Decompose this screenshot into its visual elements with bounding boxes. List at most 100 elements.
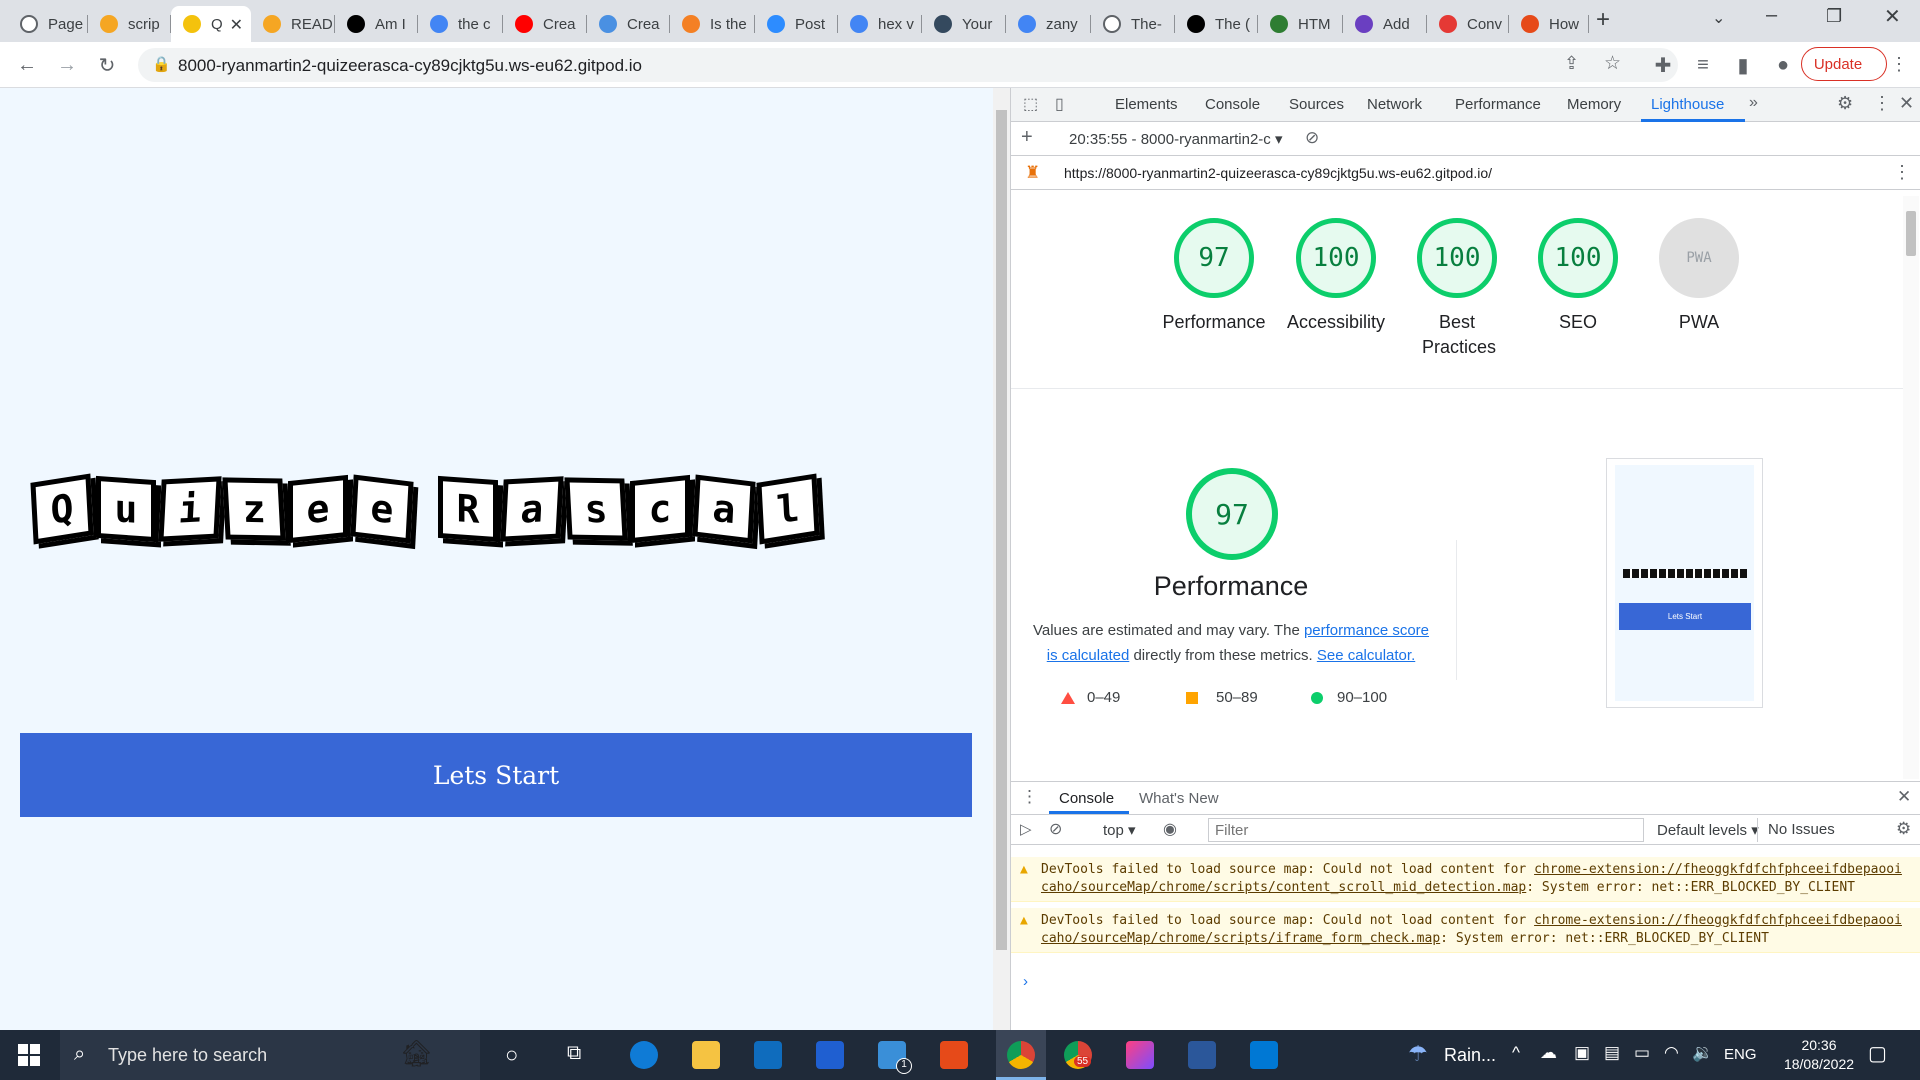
browser-tab[interactable]: Post xyxy=(755,6,838,42)
sidebar-toggle-icon[interactable]: ▷ xyxy=(1020,820,1032,838)
drawer-menu-icon[interactable]: ⋮ xyxy=(1021,787,1038,807)
devtools-menu-icon[interactable]: ⋮ xyxy=(1873,93,1891,114)
report-select[interactable]: 20:35:55 - 8000-ryanmartin2-c ▾ xyxy=(1069,130,1282,148)
browser-tab[interactable]: hex v xyxy=(838,6,922,42)
browser-tab[interactable]: scrip xyxy=(88,6,171,42)
score-gauge-pwa[interactable]: PWA PWA xyxy=(1639,218,1759,335)
console-warning-message[interactable]: ▲ DevTools failed to load source map: Cou… xyxy=(1011,908,1920,953)
clock[interactable]: 20:36 18/08/2022 xyxy=(1774,1036,1864,1074)
photos-icon[interactable] xyxy=(1250,1041,1278,1069)
browser-tab[interactable]: Q ✕ xyxy=(171,6,251,42)
issues-button[interactable]: No Issues xyxy=(1757,818,1845,842)
word-icon[interactable] xyxy=(1188,1041,1216,1069)
media-queue-icon[interactable]: ≡ xyxy=(1688,50,1718,80)
menu-kebab-icon[interactable]: ⋮ xyxy=(1890,54,1908,75)
profile-avatar-icon[interactable]: ● xyxy=(1768,50,1798,80)
page-scrollbar-thumb[interactable] xyxy=(996,110,1007,950)
lets-start-button[interactable]: Lets Start xyxy=(20,733,972,817)
settings-gear-icon[interactable]: ⚙ xyxy=(1837,93,1853,114)
close-tab-icon[interactable]: ✕ xyxy=(230,15,243,35)
restore-button[interactable]: ❐ xyxy=(1826,6,1842,27)
address-bar[interactable]: 🔒 8000-ryanmartin2-quizeerasca-cy89cjktg… xyxy=(138,48,1678,82)
extensions-puzzle-icon[interactable]: ✚ xyxy=(1648,50,1678,80)
new-tab-button[interactable]: + xyxy=(1596,6,1610,34)
paint-icon[interactable] xyxy=(1126,1041,1154,1069)
battery-icon[interactable]: ▭ xyxy=(1634,1043,1650,1063)
back-arrow-icon[interactable]: ← xyxy=(12,50,42,80)
update-button[interactable]: Update xyxy=(1801,47,1887,81)
report-menu-icon[interactable]: ⋮ xyxy=(1893,162,1911,183)
log-levels-select[interactable]: Default levels ▾ xyxy=(1657,821,1759,839)
url-text[interactable]: 8000-ryanmartin2-quizeerasca-cy89cjktg5u… xyxy=(178,56,642,76)
score-gauge-accessibility[interactable]: 100 Accessibility xyxy=(1276,218,1396,335)
browser-tab[interactable]: Is the xyxy=(670,6,755,42)
report-url[interactable]: https://8000-ryanmartin2-quizeerasca-cy8… xyxy=(1064,165,1492,181)
browser-tab[interactable]: The- xyxy=(1091,6,1175,42)
edge-icon[interactable] xyxy=(630,1041,658,1069)
browser-tab[interactable]: READ xyxy=(251,6,335,42)
monitor-icon[interactable]: ▤ xyxy=(1604,1043,1620,1063)
score-gauge-performance[interactable]: 97 Performance xyxy=(1154,218,1274,335)
bookmark-star-icon[interactable]: ☆ xyxy=(1604,52,1621,75)
wifi-icon[interactable]: ◠ xyxy=(1664,1043,1679,1063)
devtools-tab-memory[interactable]: Memory xyxy=(1567,96,1621,113)
devtools-tab-lighthouse[interactable]: Lighthouse xyxy=(1651,96,1724,113)
browser-tab[interactable]: Page xyxy=(8,6,88,42)
browser-tab[interactable]: Am I xyxy=(335,6,418,42)
performance-score-gauge[interactable]: 97 xyxy=(1186,468,1278,560)
lock-icon[interactable]: 🔒 xyxy=(152,55,171,73)
more-tabs-icon[interactable]: » xyxy=(1749,94,1758,112)
console-filter-input[interactable] xyxy=(1208,818,1644,842)
devtools-tab-sources[interactable]: Sources xyxy=(1289,96,1344,113)
device-toolbar-icon[interactable]: ▯ xyxy=(1055,94,1064,114)
drawer-tab-console[interactable]: Console xyxy=(1059,790,1114,807)
browser-tab[interactable]: The ( xyxy=(1175,6,1258,42)
browser-tab[interactable]: Conv xyxy=(1427,6,1509,42)
close-drawer-icon[interactable]: ✕ xyxy=(1897,787,1911,807)
vscode-like-icon[interactable] xyxy=(816,1041,844,1069)
console-settings-icon[interactable]: ⚙ xyxy=(1896,819,1911,839)
notifications-icon[interactable]: ▢ xyxy=(1868,1041,1887,1066)
browser-tab[interactable]: Your xyxy=(922,6,1006,42)
task-view-icon[interactable]: ⧉ xyxy=(567,1042,581,1065)
clear-reports-icon[interactable]: ⊘ xyxy=(1305,128,1319,148)
browser-tab[interactable]: Crea xyxy=(587,6,670,42)
device-icon[interactable]: ▣ xyxy=(1574,1043,1590,1063)
devtools-tab-elements[interactable]: Elements xyxy=(1115,96,1178,113)
console-warning-message[interactable]: ▲ DevTools failed to load source map: Cou… xyxy=(1011,857,1920,902)
file-explorer-icon[interactable] xyxy=(692,1041,720,1069)
drawer-tab-what-s-new[interactable]: What's New xyxy=(1139,790,1219,807)
tab-search-icon[interactable]: ⌄ xyxy=(1712,8,1725,28)
browser-tab[interactable]: Crea xyxy=(503,6,587,42)
show-hidden-icons-chevron[interactable]: ^ xyxy=(1512,1043,1520,1063)
final-screenshot-thumbnail[interactable]: Lets Start xyxy=(1606,458,1763,708)
office-icon[interactable] xyxy=(940,1041,968,1069)
browser-tab[interactable]: Add xyxy=(1343,6,1427,42)
see-calculator-link[interactable]: See calculator. xyxy=(1317,647,1415,664)
weather-rain-icon[interactable]: ☂ xyxy=(1408,1041,1428,1067)
windows-start-icon[interactable] xyxy=(18,1044,40,1066)
browser-tab[interactable]: zany xyxy=(1006,6,1091,42)
live-expression-eye-icon[interactable]: ◉ xyxy=(1163,819,1177,839)
browser-tab[interactable]: How xyxy=(1509,6,1589,42)
share-icon[interactable]: ⇪ xyxy=(1564,53,1579,74)
report-scrollbar[interactable] xyxy=(1903,196,1919,779)
language-indicator[interactable]: ENG xyxy=(1724,1046,1757,1063)
chrome-taskbar-button[interactable] xyxy=(996,1030,1046,1080)
browser-tab[interactable]: the c xyxy=(418,6,503,42)
devtools-tab-performance[interactable]: Performance xyxy=(1455,96,1541,113)
volume-icon[interactable]: 🔉 xyxy=(1692,1043,1713,1063)
score-gauge-best-practices[interactable]: 100 Best Practices xyxy=(1397,218,1517,360)
taskbar-search-box[interactable]: ⌕ Type here to search 🏚 xyxy=(60,1030,480,1080)
devtools-tab-network[interactable]: Network xyxy=(1367,96,1422,113)
reload-icon[interactable]: ↻ xyxy=(92,50,122,80)
cortana-icon[interactable]: ○ xyxy=(505,1042,518,1068)
minimize-button[interactable]: – xyxy=(1766,4,1777,27)
close-devtools-icon[interactable]: ✕ xyxy=(1899,93,1914,114)
new-report-plus-icon[interactable]: + xyxy=(1021,126,1033,149)
score-gauge-seo[interactable]: 100 SEO xyxy=(1518,218,1638,335)
forward-arrow-icon[interactable]: → xyxy=(52,50,82,80)
clear-console-icon[interactable]: ⊘ xyxy=(1049,819,1062,839)
console-prompt-icon[interactable]: › xyxy=(1023,973,1028,990)
context-select[interactable]: top ▾ xyxy=(1103,821,1136,839)
